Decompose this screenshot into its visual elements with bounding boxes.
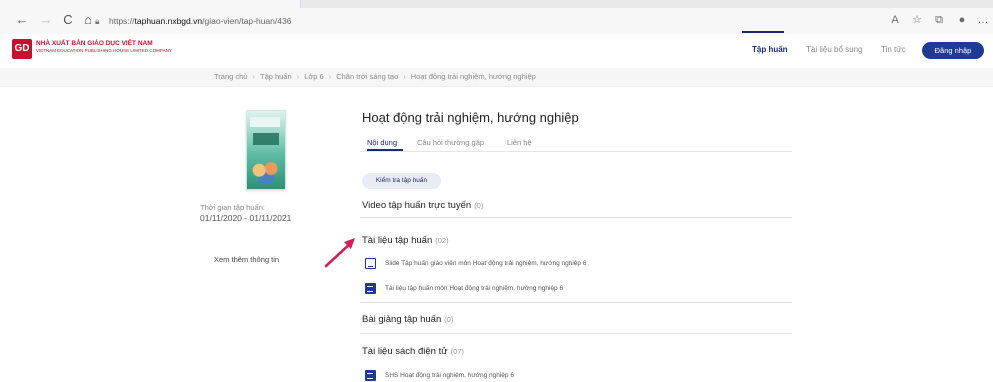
section-video-training[interactable]: Video tập huấn trực tuyến (0) [362, 200, 483, 211]
logo-name: NHÀ XUẤT BẢN GIÁO DỤC VIỆT NAM [36, 40, 153, 47]
section-training-lectures[interactable]: Bài giảng tập huấn (0) [362, 314, 453, 325]
section-divider [360, 217, 792, 218]
breadcrumb-training[interactable]: Tập huấn [260, 72, 292, 81]
training-period-label: Thời gian tập huấn: [200, 203, 265, 212]
section-title: Video tập huấn trực tuyến [362, 200, 472, 211]
training-period-value: 01/11/2020 - 01/11/2021 [200, 213, 292, 223]
url-host: taphuan.nxbgd.vn [134, 16, 203, 26]
breadcrumb: Trang chủ › Tập huấn › Lớp 6 › Chân trời sáng … [0, 68, 993, 87]
book-cover-image [246, 110, 286, 190]
tab-divider [360, 151, 792, 152]
login-button[interactable]: Đăng nhập [922, 42, 984, 59]
collections-icon[interactable]: ⧉ [932, 13, 946, 27]
section-count: (0) [474, 201, 484, 210]
section-divider [360, 302, 792, 303]
home-icon[interactable]: ⌂ [80, 12, 96, 28]
check-training-button[interactable]: Kiểm tra tập huấn [362, 173, 441, 189]
nav-supplementary-resources[interactable]: Tài liệu bổ sung [806, 45, 862, 54]
page-title: Hoạt động trải nghiệm, hướng nghiệp [362, 110, 579, 125]
section-title: Tài liệu sách điện tử [362, 346, 448, 357]
slide-icon [365, 258, 376, 269]
document-label: Slide Tập huấn giáo viên môn Hoạt động t… [385, 260, 587, 267]
browser-tab[interactable] [0, 0, 301, 8]
url-field[interactable]: 🔒︎ https://taphuan.nxbgd.vn/giao-vien/tap… [95, 12, 855, 30]
section-training-documents[interactable]: Tài liệu tập huấn (02) [362, 235, 449, 246]
breadcrumb-home[interactable]: Trang chủ [214, 72, 248, 81]
section-count: (0) [444, 315, 454, 324]
breadcrumb-current: Hoạt động trải nghiệm, hướng nghiệp [410, 72, 536, 81]
site-header: GD NHÀ XUẤT BẢN GIÁO DỤC VIỆT NAM VIETNA… [0, 34, 993, 69]
publisher-logo-icon[interactable]: GD [12, 39, 32, 59]
back-icon[interactable]: ← [14, 12, 30, 28]
breadcrumb-separator: › [252, 72, 256, 81]
profile-icon[interactable]: ● [955, 13, 969, 27]
logo-subtitle: VIETNAM EDUCATION PUBLISHING HOUSE LIMIT… [36, 48, 172, 53]
section-count: (07) [450, 347, 464, 356]
section-count: (02) [435, 236, 449, 245]
breadcrumb-grade[interactable]: Lớp 6 [304, 72, 324, 81]
document-label: SHS Hoạt động trải nghiệm, hướng nghiệp … [385, 372, 514, 379]
nav-training[interactable]: Tập huấn [752, 45, 788, 54]
section-ebooks[interactable]: Tài liệu sách điện tử (07) [362, 346, 464, 357]
url-path: /giao-vien/tap-huan/436 [202, 16, 292, 26]
tab-faq[interactable]: Câu hỏi thường gặp [417, 138, 484, 147]
more-info-link[interactable]: Xem thêm thông tin [214, 255, 279, 264]
more-menu-icon[interactable]: … [976, 13, 990, 27]
lock-icon: 🔒︎ [95, 16, 100, 26]
browser-address-bar: ← → C ⌂ 🔒︎ https://taphuan.nxbgd.vn/giao-… [0, 8, 993, 35]
tab-content[interactable]: Nội dung [367, 138, 397, 147]
browser-tab-strip [0, 0, 993, 8]
tab-contact[interactable]: Liên hệ [507, 138, 532, 147]
breadcrumb-series[interactable]: Chân trời sáng tạo [336, 72, 398, 81]
section-title: Tài liệu tập huấn [362, 235, 433, 246]
annotation-arrow-icon [324, 238, 355, 268]
reload-icon[interactable]: C [60, 12, 76, 28]
publisher-logo-text[interactable]: NHÀ XUẤT BẢN GIÁO DỤC VIỆT NAM VIETNAM E… [36, 40, 176, 54]
document-label: Tài liệu tập huấn môn Hoạt động trải ngh… [385, 285, 564, 292]
nav-active-indicator [742, 31, 784, 33]
document-icon [365, 370, 376, 381]
favorite-star-icon[interactable]: ☆ [910, 13, 924, 27]
breadcrumb-separator: › [328, 72, 332, 81]
section-divider [360, 333, 792, 334]
nav-news[interactable]: Tin tức [881, 45, 906, 54]
read-aloud-icon[interactable]: A [888, 13, 902, 27]
breadcrumb-separator: › [403, 72, 406, 81]
document-icon [365, 283, 376, 294]
url-scheme: https:// [109, 16, 135, 26]
section-title: Bài giảng tập huấn [362, 314, 442, 325]
breadcrumb-separator: › [296, 72, 300, 81]
forward-icon[interactable]: → [38, 12, 54, 28]
